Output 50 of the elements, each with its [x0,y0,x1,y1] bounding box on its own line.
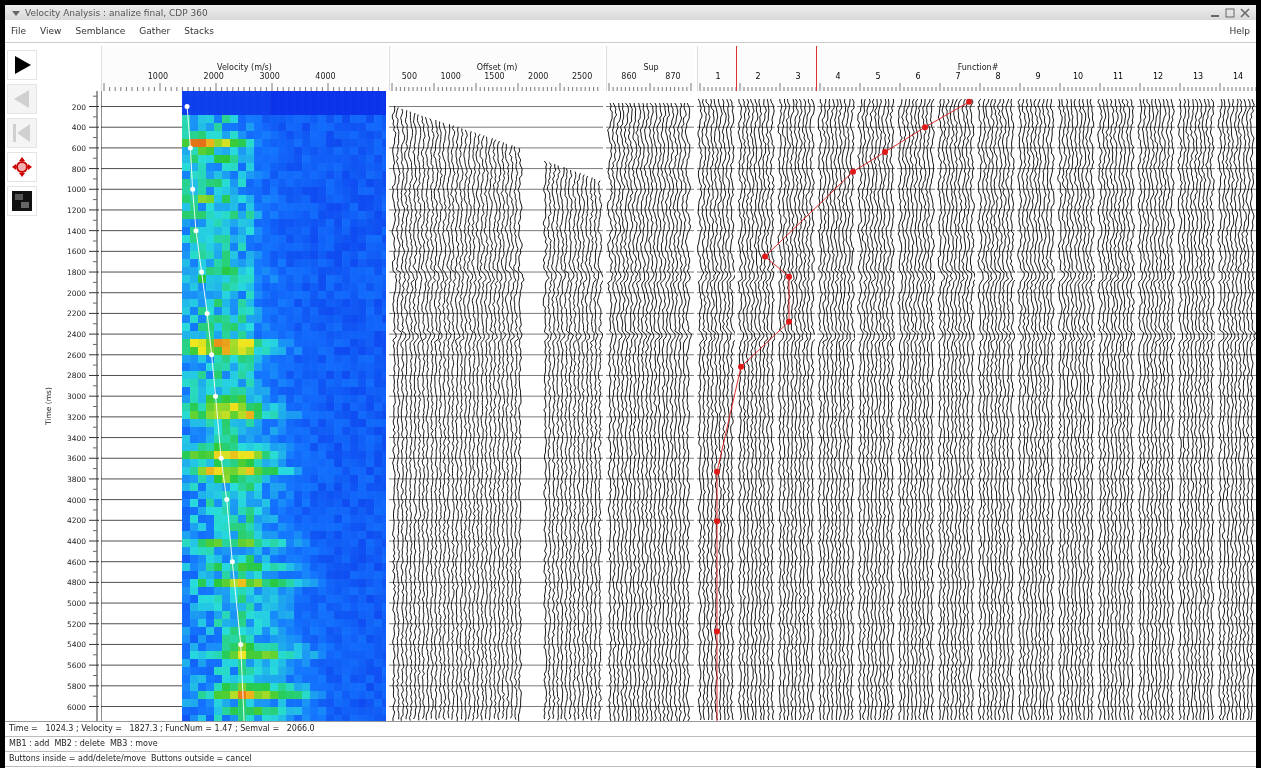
velocity-tick-label: 3000 [259,72,280,81]
close-icon[interactable] [1240,7,1250,18]
status-line: Buttons inside = add/delete/move Buttons outside = cancel [5,752,1256,767]
play-button[interactable] [7,50,37,80]
semblance-plot[interactable] [182,91,386,721]
panel-title: Offset (m) [475,63,519,72]
offset-tick-label: 500 [401,72,417,83]
menu-item[interactable]: Semblance [75,26,126,36]
panel-title: Sup [642,63,660,72]
menu-item[interactable]: View [40,26,62,36]
velocity-function-curve[interactable] [714,98,972,721]
velocity-tick-label: 4000 [315,72,336,81]
menu-item[interactable]: Gather [139,26,171,36]
menu-item[interactable]: Stacks [184,26,214,36]
velocity-tick-label: 1000 [147,72,169,81]
skip-back-icon [11,122,33,144]
status-line: MB1 : add MB2 : delete MB3 : move [5,737,1256,752]
function-tick-label: 11 [1111,72,1125,83]
offset-tick-label: 2000 [528,72,549,83]
maximize-icon[interactable] [1225,7,1235,18]
help-menu[interactable]: Help [1229,26,1250,36]
function-tick-label: 8 [994,72,1002,83]
velocity-pick-curve[interactable] [184,104,245,721]
function-tick-label: 10 [1071,72,1085,83]
function-tick-label: 3 [794,72,802,83]
function-tick-label: 13 [1191,72,1205,83]
function-tick-label: 9 [1034,72,1042,83]
cdp-tick-label: 860 [621,72,637,83]
function-tick-label: 7 [954,72,962,83]
image-icon [11,190,33,212]
function-tick-label: 5 [874,72,882,83]
velocity-tick-label: 2000 [203,72,224,81]
offset-tick-label: 1000 [440,72,461,83]
menu-item[interactable]: File [11,26,27,36]
function-tick-label: 4 [834,72,842,83]
move-button[interactable] [7,152,37,182]
function-tick-label: 14 [1231,72,1245,83]
image-button[interactable] [7,186,37,216]
function-tick-label: 2 [754,72,762,83]
cdp-tick-label: 870 [665,72,681,83]
offset-tick-label: 1500 [484,72,505,83]
function-tick-label: 12 [1151,72,1165,83]
status-line: Time = 1024.3 ; Velocity = 1827.3 ; FuncNum = 1.47 ; Semval = 2066.0 [5,722,1256,737]
panel-title: Velocity (m/s) [216,63,272,72]
offset-tick-label: 2500 [571,72,593,83]
move-arrows-icon [11,156,33,178]
function-tick-label: 6 [914,72,922,83]
window-title: Velocity Analysis : analize final, CDP 360 [25,7,208,18]
panel-title: Function# [956,63,1000,72]
function-tick-label: 1 [714,72,722,83]
